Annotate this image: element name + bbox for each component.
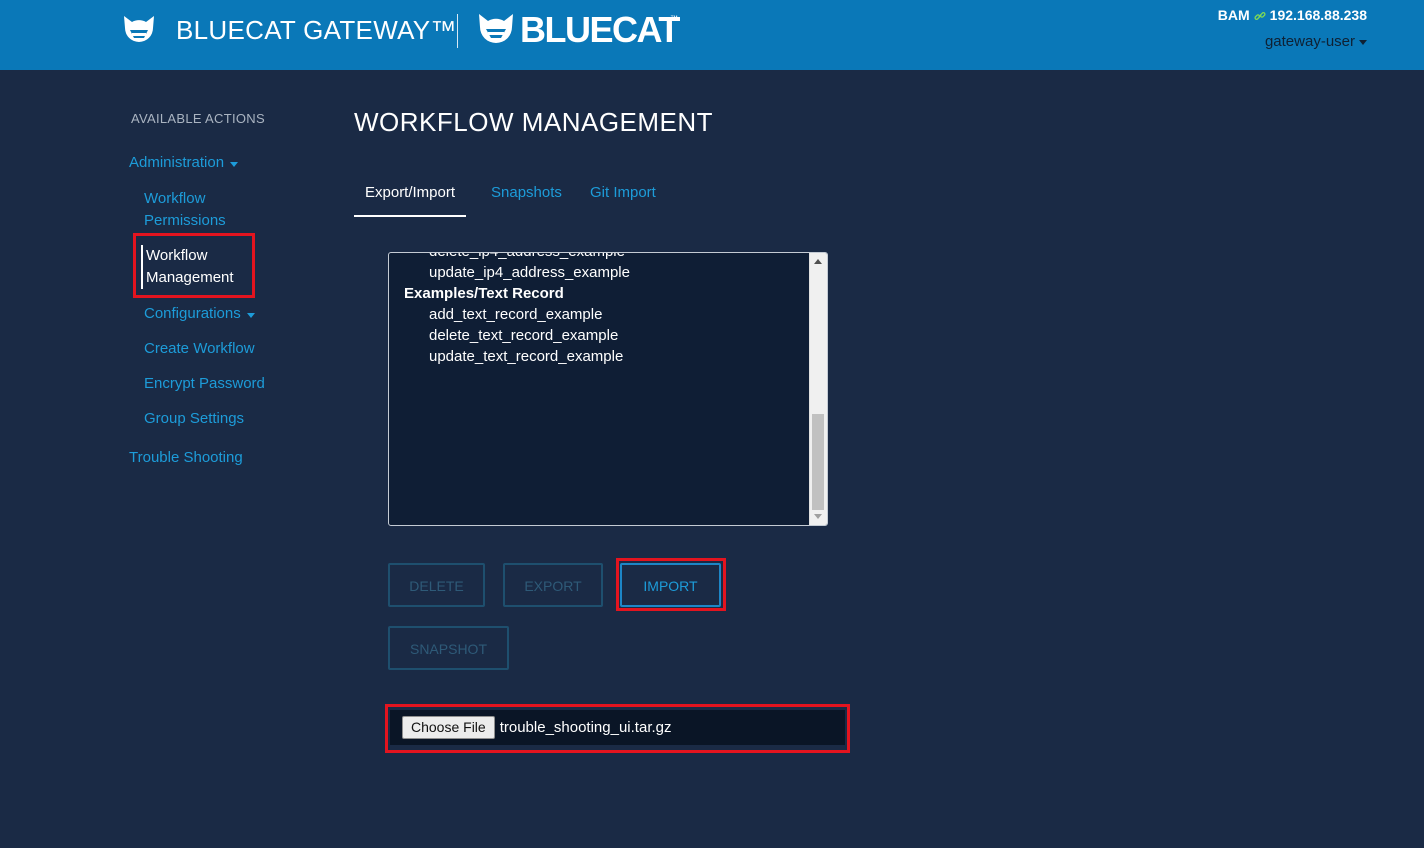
tab-export-import[interactable]: Export/Import <box>354 178 467 217</box>
delete-button[interactable]: DELETE <box>388 563 485 607</box>
scroll-up-icon[interactable] <box>814 259 822 264</box>
brand-trademark: ™ <box>670 14 678 23</box>
sidebar-item-create-workflow[interactable]: Create Workflow <box>144 338 255 360</box>
sidebar-item-encrypt-password[interactable]: Encrypt Password <box>144 373 265 395</box>
user-menu[interactable]: gateway-user <box>1265 33 1367 50</box>
page-title: WORKFLOW MANAGEMENT <box>354 107 714 137</box>
bam-ip: 192.168.88.238 <box>1269 7 1367 23</box>
selected-file-name: trouble_shooting_ui.tar.gz <box>499 719 672 736</box>
tab-snapshots[interactable]: Snapshots <box>491 178 562 215</box>
header-divider <box>457 14 458 48</box>
chevron-down-icon <box>230 162 239 167</box>
import-button[interactable]: IMPORT <box>620 563 721 607</box>
snapshot-button[interactable]: SNAPSHOT <box>388 626 509 670</box>
page: BLUECAT GATEWAY™ BLUECAT ™ BAM 192.168.8… <box>0 0 1424 848</box>
sidebar-item-group-settings[interactable]: Group Settings <box>144 408 244 430</box>
chevron-down-icon <box>1359 40 1367 45</box>
workflow-list[interactable]: delete_ip4_address_example update_ip4_ad… <box>388 252 828 526</box>
list-item[interactable]: delete_text_record_example <box>389 325 809 346</box>
sidebar-item-administration[interactable]: Administration <box>129 152 239 174</box>
list-scrollbar[interactable] <box>809 253 827 525</box>
bam-label: BAM <box>1217 7 1250 23</box>
app-title: BLUECAT GATEWAY™ <box>176 15 457 45</box>
tab-git-import[interactable]: Git Import <box>590 178 656 215</box>
list-item[interactable]: update_ip4_address_example <box>389 262 809 283</box>
scroll-thumb[interactable] <box>812 414 824 510</box>
brand-name: BLUECAT <box>520 9 680 50</box>
list-group-header: Examples/Text Record <box>404 285 564 302</box>
sidebar-heading: AVAILABLE ACTIONS <box>131 111 265 126</box>
list-item[interactable]: add_text_record_example <box>389 304 809 325</box>
export-button[interactable]: EXPORT <box>503 563 603 607</box>
bam-connection-info: BAM 192.168.88.238 <box>1218 7 1367 23</box>
bluecat-logo-icon <box>120 14 158 55</box>
list-item[interactable]: delete_ip4_address_example <box>389 253 809 262</box>
scroll-down-icon[interactable] <box>814 514 822 519</box>
user-name: gateway-user <box>1264 33 1355 50</box>
choose-file-button[interactable]: Choose File <box>402 716 495 739</box>
sidebar-item-label: Configurations <box>144 305 241 322</box>
file-input[interactable]: Choose File trouble_shooting_ui.tar.gz <box>390 710 845 745</box>
link-icon <box>1254 9 1266 21</box>
sidebar-item-label: Administration <box>129 154 225 171</box>
workflow-list-content: delete_ip4_address_example update_ip4_ad… <box>389 253 809 367</box>
chevron-down-icon <box>246 313 255 318</box>
sidebar-item-trouble-shooting[interactable]: Trouble Shooting <box>129 447 243 469</box>
bluecat-brand-icon <box>476 12 516 55</box>
sidebar-item-workflow-permissions[interactable]: Workflow Permissions <box>144 188 254 232</box>
list-item[interactable]: update_text_record_example <box>389 346 809 367</box>
sidebar-item-configurations[interactable]: Configurations <box>144 303 255 325</box>
top-header: BLUECAT GATEWAY™ BLUECAT ™ BAM 192.168.8… <box>0 0 1424 70</box>
sidebar-item-workflow-management[interactable]: Workflow Management <box>141 245 250 289</box>
